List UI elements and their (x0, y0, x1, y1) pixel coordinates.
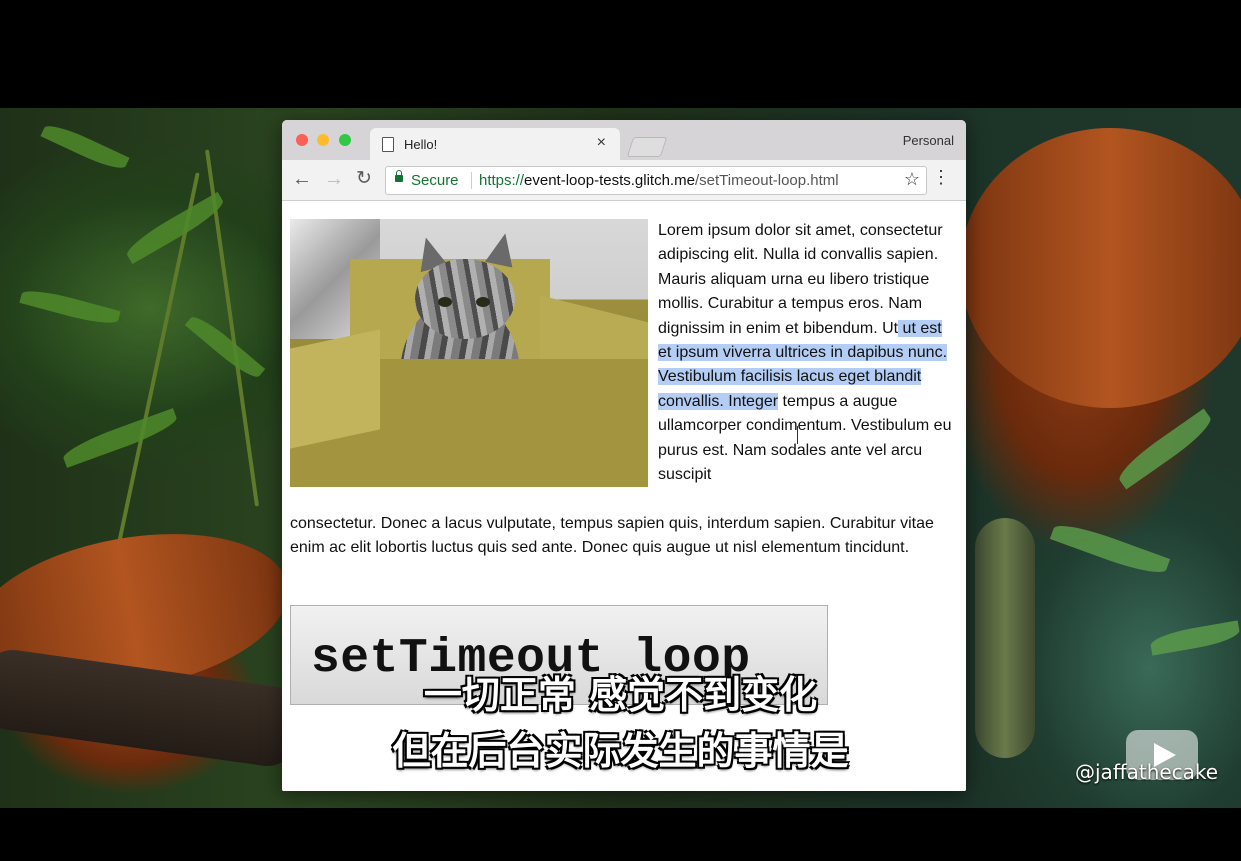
url-scheme: https:// (479, 172, 525, 189)
close-tab-icon[interactable]: × (597, 134, 606, 152)
tab-title: Hello! (404, 137, 438, 152)
maximize-window-button[interactable] (339, 134, 351, 146)
lock-icon (395, 170, 403, 182)
secure-label: Secure (411, 172, 459, 189)
lorem-paragraph: Lorem ipsum dolor sit amet, consectetur … (658, 219, 958, 487)
author-handle: @jaffathecake (1075, 760, 1219, 784)
cat-head (415, 259, 515, 339)
lorem-paragraph-continued: consectetur. Donec a lacus vulputate, te… (290, 515, 934, 557)
profile-label[interactable]: Personal (903, 133, 954, 148)
more-menu-icon[interactable]: ⋮ (932, 168, 950, 186)
cat-eye (438, 297, 452, 307)
url-text[interactable]: https://event-loop-tests.glitch.me/setTi… (479, 172, 839, 189)
subtitle-line-1: 一切正常 感觉不到变化 (423, 673, 818, 717)
leaf (184, 311, 266, 383)
red-panda-body (960, 128, 1241, 408)
forward-arrow-icon[interactable]: → (324, 168, 344, 190)
toolbar: ← → ↻ Secure https://event-loop-tests.gl… (282, 160, 966, 201)
subtitle-line-2: 但在后台实际发生的事情是 (392, 729, 849, 773)
leaf (1049, 518, 1171, 580)
back-arrow-icon[interactable]: ← (292, 168, 312, 190)
reload-icon[interactable]: ↻ (356, 168, 372, 190)
divider (471, 172, 472, 189)
text-cursor-icon (797, 426, 798, 444)
leaf (40, 119, 130, 175)
box-flap (290, 329, 380, 449)
minimize-window-button[interactable] (317, 134, 329, 146)
bookmark-star-icon[interactable]: ☆ (904, 169, 920, 190)
tab-strip: Hello! × Personal (282, 120, 966, 160)
url-host: event-loop-tests.glitch.me (524, 172, 695, 189)
leaf (19, 285, 121, 329)
leaf (60, 408, 180, 468)
kitten-image (290, 219, 648, 487)
new-tab-button[interactable] (626, 137, 668, 157)
leaf (1113, 408, 1217, 490)
url-path: /setTimeout-loop.html (694, 172, 839, 189)
document-icon (382, 137, 394, 152)
tab-hello[interactable]: Hello! × (370, 128, 620, 160)
leaf (122, 191, 228, 265)
close-window-button[interactable] (296, 134, 308, 146)
leaf (1148, 620, 1241, 656)
address-bar[interactable]: Secure https://event-loop-tests.glitch.m… (385, 166, 927, 195)
cat-eye (476, 297, 490, 307)
